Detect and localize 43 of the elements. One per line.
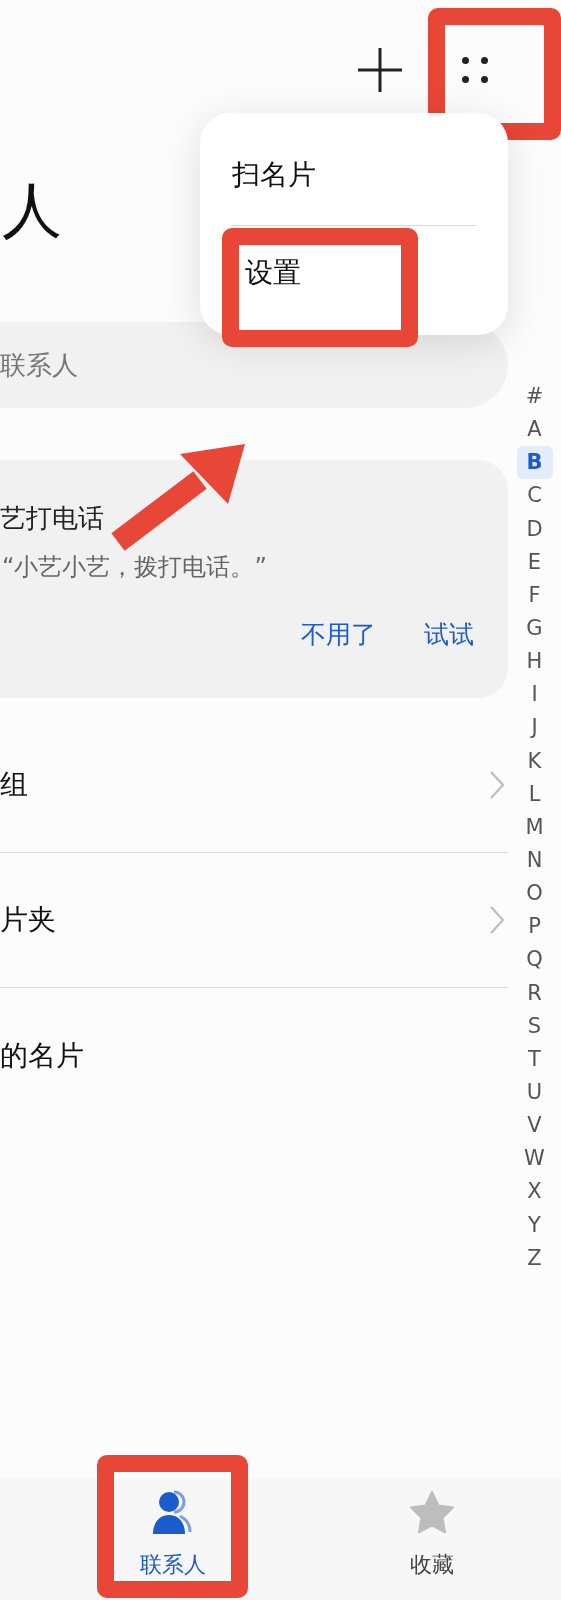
index-letter[interactable]: A	[516, 413, 553, 447]
card-text: “小艺小艺，拨打电话。”	[2, 552, 268, 583]
more-icon	[462, 57, 488, 83]
index-letter[interactable]: B	[516, 446, 553, 480]
index-letter[interactable]: P	[516, 910, 553, 944]
nav-tab[interactable]: 联系人	[113, 1478, 233, 1600]
index-letter[interactable]: W	[516, 1142, 553, 1176]
index-letter[interactable]: I	[516, 678, 553, 712]
star-icon	[409, 1490, 455, 1536]
index-letter[interactable]: V	[516, 1109, 553, 1143]
index-letter[interactable]: U	[516, 1075, 553, 1110]
index-letter[interactable]: D	[516, 512, 553, 546]
card-action-button[interactable]: 不用了	[301, 618, 376, 651]
index-letter[interactable]: J	[516, 711, 553, 745]
nav-tab[interactable]: 收藏	[372, 1478, 492, 1600]
menu-item[interactable]: 设置	[245, 256, 301, 289]
index-letter[interactable]: C	[516, 479, 553, 513]
search-placeholder: 联系人	[0, 348, 78, 382]
index-letter[interactable]: G	[516, 612, 553, 646]
index-letter[interactable]: T	[516, 1042, 553, 1076]
index-letter[interactable]: E	[516, 545, 553, 579]
index-letter[interactable]: Z	[516, 1241, 553, 1275]
add-icon[interactable]	[358, 48, 402, 92]
menu-item[interactable]: 扫名片	[232, 158, 316, 191]
index-letter[interactable]: M	[516, 810, 553, 844]
list-row[interactable]: 组	[0, 718, 508, 853]
list-row[interactable]: 片夹	[0, 853, 508, 988]
index-letter[interactable]: H	[516, 645, 553, 679]
card-title: 艺打电话	[0, 502, 105, 535]
page-title: 人	[2, 174, 62, 247]
index-letter[interactable]: O	[516, 877, 553, 911]
index-letter[interactable]: S	[516, 1009, 553, 1043]
index-letter[interactable]: X	[516, 1175, 553, 1209]
card-action-button[interactable]: 试试	[424, 618, 474, 651]
index-letter[interactable]: R	[516, 976, 553, 1010]
index-letter[interactable]: L	[516, 777, 553, 811]
index-letter[interactable]: N	[516, 843, 553, 878]
index-letter[interactable]: #	[516, 380, 553, 414]
index-letter[interactable]: F	[516, 578, 553, 612]
index-letter[interactable]: K	[516, 744, 553, 778]
index-letter[interactable]: Y	[516, 1208, 553, 1242]
list-row[interactable]: 的名片	[0, 988, 508, 1123]
index-letter[interactable]: Q	[516, 943, 553, 977]
